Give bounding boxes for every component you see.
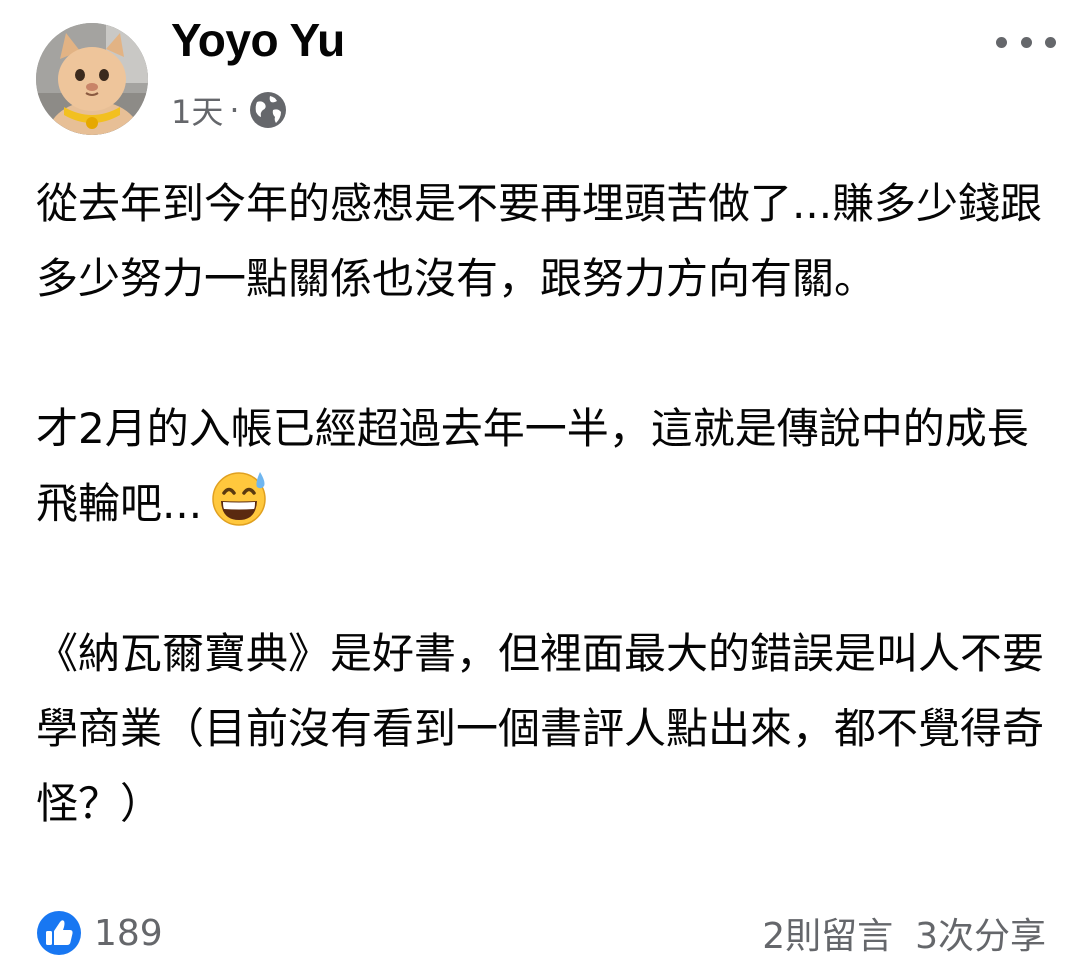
more-options-icon xyxy=(1045,36,1056,48)
post-paragraph: 才2月的入帳已經超過去年一半，這就是傳說中的成長飛輪吧... xyxy=(36,391,1046,541)
shares-count-link[interactable]: 3次分享 xyxy=(915,907,1046,959)
facebook-post: Yoyo Yu 1天 · 從去年到今年的感想是不要再埋頭苦做了...賺多少錢跟多… xyxy=(0,0,1079,959)
more-options-icon xyxy=(996,36,1007,48)
reactions-summary[interactable]: 189 xyxy=(36,910,163,956)
post-meta: 1天 · xyxy=(171,88,288,132)
reaction-count: 189 xyxy=(94,912,163,954)
post-paragraph-text: 才2月的入帳已經超過去年一半，這就是傳說中的成長飛輪吧... xyxy=(36,404,1029,528)
post-text: 從去年到今年的感想是不要再埋頭苦做了...賺多少錢跟多少努力一點關係也沒有，跟努… xyxy=(36,166,1046,841)
grinning-face-with-sweat-icon xyxy=(212,472,266,526)
post-paragraph: 《納瓦爾寶典》是好書，但裡面最大的錯誤是叫人不要學商業（目前沒有看到一個書評人點… xyxy=(36,616,1046,841)
post-timestamp[interactable]: 1天 xyxy=(171,87,223,133)
post-stats: 2則留言 3次分享 xyxy=(762,907,1046,959)
cat-avatar-image xyxy=(36,23,148,135)
post-footer: 189 2則留言 3次分享 xyxy=(36,908,1046,958)
avatar[interactable] xyxy=(36,23,148,135)
comments-count-link[interactable]: 2則留言 xyxy=(762,907,893,959)
more-options-icon xyxy=(1020,36,1032,48)
more-options-button[interactable] xyxy=(996,30,1056,54)
post-paragraph: 從去年到今年的感想是不要再埋頭苦做了...賺多少錢跟多少努力一點關係也沒有，跟努… xyxy=(36,166,1046,316)
globe-icon xyxy=(249,92,286,128)
like-icon xyxy=(37,911,81,955)
meta-separator: · xyxy=(229,91,240,129)
post-paragraph-text: 從去年到今年的感想是不要再埋頭苦做了...賺多少錢跟多少努力一點關係也沒有，跟努… xyxy=(36,179,1043,303)
author-name[interactable]: Yoyo Yu xyxy=(171,12,345,68)
post-paragraph-text: 《納瓦爾寶典》是好書，但裡面最大的錯誤是叫人不要學商業（目前沒有看到一個書評人點… xyxy=(36,629,1045,828)
